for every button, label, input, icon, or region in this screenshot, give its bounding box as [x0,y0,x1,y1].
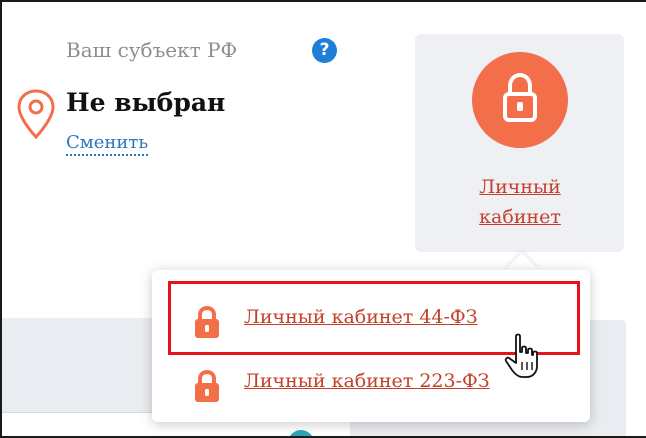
page-frame: Ваш субъект РФ ? Не выбран Сменить Личны… [0,0,646,438]
personal-cabinet-link-line2: кабинет [479,206,561,228]
selected-region: Не выбран [66,88,226,117]
personal-cabinet-link-line1: Личный [479,176,561,198]
question-circle-icon[interactable]: ? [312,38,337,63]
region-label: Ваш субъект РФ [66,38,238,62]
hand-pointer-cursor-icon [504,333,538,378]
menu-item-label: Личный кабинет 223-ФЗ [244,370,490,392]
map-pin-icon [17,89,55,140]
change-region-link[interactable]: Сменить [66,132,149,156]
lock-icon [195,369,219,402]
lock-icon [503,72,537,122]
cabinet-lock-badge[interactable] [472,52,568,148]
personal-cabinet-link[interactable]: Личный кабинет [432,172,608,232]
